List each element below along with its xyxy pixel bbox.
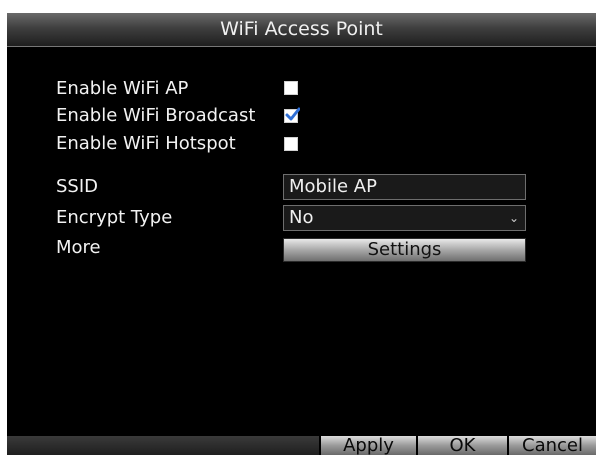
footer-bar [7, 436, 319, 455]
wifi-access-point-dialog: WiFi Access Point Enable WiFi AP Enable … [7, 13, 596, 455]
apply-button[interactable]: Apply [319, 436, 416, 455]
title-bar: WiFi Access Point [7, 13, 596, 47]
enable-wifi-hotspot-label: Enable WiFi Hotspot [56, 133, 236, 154]
ssid-label: SSID [56, 176, 99, 197]
encrypt-type-label: Encrypt Type [56, 207, 173, 228]
checkmark-icon [285, 107, 300, 121]
chevron-down-icon: ⌄ [508, 211, 519, 225]
ok-button[interactable]: OK [416, 436, 507, 455]
more-label: More [56, 237, 101, 258]
dialog-title: WiFi Access Point [220, 18, 383, 40]
encrypt-type-select[interactable]: No ⌄ [283, 205, 526, 231]
enable-wifi-broadcast-label: Enable WiFi Broadcast [56, 105, 256, 126]
ssid-field[interactable]: Mobile AP [283, 174, 526, 200]
enable-wifi-ap-label: Enable WiFi AP [56, 78, 189, 99]
settings-button[interactable]: Settings [283, 238, 526, 262]
enable-wifi-ap-checkbox[interactable] [284, 81, 298, 95]
enable-wifi-broadcast-checkbox[interactable] [284, 107, 300, 123]
ssid-value: Mobile AP [289, 176, 377, 197]
cancel-button[interactable]: Cancel [507, 436, 596, 455]
enable-wifi-hotspot-checkbox[interactable] [284, 137, 298, 151]
encrypt-type-value: No [289, 207, 314, 228]
